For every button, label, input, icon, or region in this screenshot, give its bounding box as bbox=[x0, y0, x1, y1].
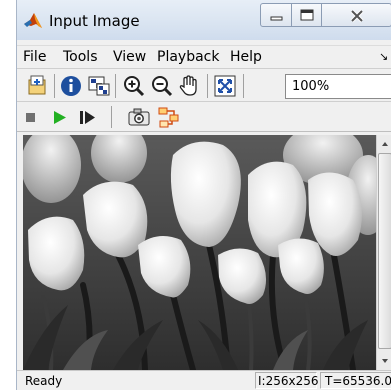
zoom-in-icon[interactable] bbox=[122, 74, 146, 98]
input-image-window: Input Image File Tools View Playback Hel… bbox=[16, 0, 391, 390]
status-bar: Ready I:256x256 T=65536.00 bbox=[17, 370, 391, 390]
minimize-button[interactable] bbox=[260, 3, 292, 27]
zoom-level-field[interactable]: 100% bbox=[285, 74, 391, 99]
close-icon bbox=[350, 9, 364, 23]
minimize-icon bbox=[270, 16, 283, 21]
matlab-app-icon bbox=[23, 11, 43, 31]
status-text: Ready bbox=[25, 374, 63, 388]
window-title: Input Image bbox=[49, 12, 140, 30]
menu-tools[interactable]: Tools bbox=[63, 49, 98, 65]
maximize-button[interactable] bbox=[292, 3, 322, 27]
scrollbar-thumb[interactable] bbox=[378, 153, 391, 349]
toolbar-separator bbox=[111, 106, 112, 128]
title-bar[interactable]: Input Image bbox=[17, 0, 391, 40]
menu-overflow-icon[interactable]: ↘ bbox=[379, 50, 388, 63]
scroll-down-icon[interactable] bbox=[377, 353, 391, 369]
vertical-scrollbar[interactable] bbox=[376, 135, 391, 370]
simulation-time: T=65536.00 bbox=[320, 372, 391, 389]
main-toolbar: 100% bbox=[17, 68, 391, 102]
pan-hand-icon[interactable] bbox=[177, 74, 201, 98]
image-display[interactable] bbox=[23, 135, 376, 370]
fit-to-window-icon[interactable] bbox=[213, 74, 237, 98]
menu-file[interactable]: File bbox=[23, 49, 46, 65]
play-icon[interactable] bbox=[47, 105, 71, 129]
menu-playback[interactable]: Playback bbox=[157, 49, 219, 65]
info-icon[interactable] bbox=[59, 74, 83, 98]
toolbar-separator bbox=[243, 74, 244, 98]
step-forward-icon[interactable] bbox=[75, 105, 99, 129]
menu-bar: File Tools View Playback Help ↘ bbox=[17, 45, 391, 67]
zoom-out-icon[interactable] bbox=[150, 74, 174, 98]
pixel-region-icon[interactable] bbox=[87, 74, 111, 98]
menu-view[interactable]: View bbox=[113, 49, 146, 65]
maximize-icon bbox=[300, 9, 314, 21]
image-dimensions: I:256x256 bbox=[255, 372, 319, 389]
toolbar-separator bbox=[115, 74, 116, 98]
playback-toolbar bbox=[17, 102, 391, 132]
grayscale-tulips-image bbox=[23, 135, 376, 370]
simulink-highlight-icon[interactable] bbox=[157, 105, 181, 129]
toolbar-separator bbox=[207, 74, 208, 98]
toolbar-separator bbox=[54, 74, 55, 98]
stop-icon[interactable] bbox=[19, 105, 43, 129]
snapshot-camera-icon[interactable] bbox=[127, 105, 151, 129]
file-open-icon[interactable] bbox=[25, 74, 49, 98]
close-button[interactable] bbox=[322, 3, 391, 27]
menu-help[interactable]: Help bbox=[230, 49, 262, 65]
scroll-up-icon[interactable] bbox=[377, 136, 391, 152]
